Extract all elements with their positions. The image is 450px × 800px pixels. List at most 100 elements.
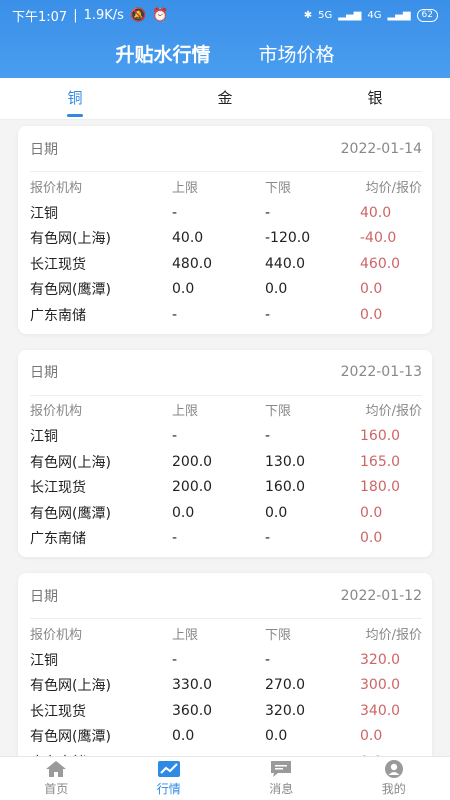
- lower-value: -: [265, 204, 271, 221]
- institution-name: 长江现货: [30, 480, 86, 497]
- quote-card: 日期 2022-01-13 报价机构 上限 下限 均价/报价 江铜 - - 160.0 有色网(上海…: [18, 349, 432, 557]
- lower-value: -: [265, 530, 271, 547]
- col-institution: 报价机构: [30, 627, 83, 643]
- table-header-row: 报价机构 上限 下限 均价/报价: [30, 172, 422, 200]
- message-icon: [269, 760, 293, 778]
- tabbar-market[interactable]: 行情: [113, 757, 226, 800]
- table-row: 有色网(鹰潭) 0.0 0.0 0.0: [30, 724, 422, 750]
- table-row: 有色网(上海) 330.0 270.0 300.0: [30, 673, 422, 699]
- tab-premium-discount[interactable]: 升贴水行情: [115, 40, 210, 67]
- bottom-tab-bar: 首页 行情 消息 我的: [0, 756, 450, 800]
- tab-gold[interactable]: 金: [150, 78, 300, 119]
- institution-name: 长江现货: [30, 703, 86, 720]
- network-5g: 5G: [318, 9, 333, 21]
- table-header-row: 报价机构 上限 下限 均价/报价: [30, 619, 422, 647]
- upper-value: 0.0: [172, 281, 195, 298]
- lower-value: 320.0: [265, 702, 306, 719]
- upper-value: -: [172, 530, 178, 547]
- table-row: 有色网(鹰潭) 0.0 0.0 0.0: [30, 277, 422, 303]
- table-row: 有色网(上海) 200.0 130.0 165.0: [30, 449, 422, 475]
- col-avg: 均价/报价: [365, 404, 422, 419]
- institution-name: 江铜: [30, 429, 58, 446]
- date-label: 日期: [30, 365, 58, 381]
- table-row: 有色网(上海) 40.0 -120.0 -40.0: [30, 226, 422, 252]
- upper-value: 360.0: [172, 702, 213, 719]
- lower-value: -120.0: [265, 230, 311, 247]
- tabbar-messages[interactable]: 消息: [225, 757, 338, 800]
- card-header: 日期 2022-01-12: [30, 573, 422, 619]
- card-date: 2022-01-12: [340, 587, 422, 604]
- quote-card: 日期 2022-01-14 报价机构 上限 下限 均价/报价 江铜 - -40.0 有色网(上海)…: [18, 126, 432, 334]
- avg-value: 0.0: [360, 530, 383, 547]
- institution-name: 有色网(上海): [30, 678, 111, 695]
- card-date: 2022-01-13: [340, 364, 422, 380]
- institution-name: 广东南储: [30, 531, 86, 548]
- tabbar-market-label: 行情: [156, 782, 181, 796]
- institution-name: 有色网(鹰潭): [30, 729, 111, 746]
- avg-value: 160.0: [360, 428, 401, 445]
- table-row: 广东南储 - - 0.0: [30, 526, 422, 552]
- lower-value: 440.0: [265, 255, 306, 272]
- status-time: 下午1:07: [12, 9, 68, 25]
- col-lower: 下限: [265, 404, 292, 419]
- avg-value: 0.0: [360, 728, 383, 745]
- lower-value: 0.0: [265, 728, 288, 745]
- mute-icon: 🔕: [129, 7, 147, 23]
- signal-icon-2: ▂▄▆: [387, 9, 411, 21]
- institution-name: 广东南储: [30, 307, 86, 324]
- avg-value: 0.0: [360, 504, 383, 521]
- date-label: 日期: [30, 141, 58, 158]
- avg-value: 0.0: [360, 281, 383, 298]
- upper-value: 200.0: [172, 453, 213, 470]
- institution-name: 长江现货: [30, 256, 86, 273]
- table-row: 江铜 - - 160.0: [30, 424, 422, 450]
- tab-market-price[interactable]: 市场价格: [259, 40, 335, 67]
- card-header: 日期 2022-01-13: [30, 350, 422, 396]
- header-tabs: 升贴水行情 市场价格: [0, 30, 450, 67]
- lower-value: -: [265, 651, 271, 668]
- tabbar-profile[interactable]: 我的: [338, 757, 450, 800]
- table-row: 长江现货 480.0 440.0 460.0: [30, 251, 422, 277]
- upper-value: -: [172, 306, 178, 323]
- institution-name: 有色网(鹰潭): [30, 282, 111, 299]
- chart-icon: [157, 760, 181, 778]
- col-upper: 上限: [172, 180, 199, 196]
- upper-value: -: [172, 204, 178, 221]
- table-row: 广东南储 - - 0.0: [30, 302, 422, 328]
- table-row: 长江现货 200.0 160.0 180.0: [30, 475, 422, 501]
- col-avg: 均价/报价: [365, 180, 422, 196]
- lower-value: 130.0: [265, 453, 306, 470]
- date-label: 日期: [30, 588, 58, 605]
- quote-list[interactable]: 日期 2022-01-14 报价机构 上限 下限 均价/报价 江铜 - -40.0 有色网(上海)…: [0, 120, 450, 756]
- upper-value: -: [172, 651, 178, 668]
- table-header-row: 报价机构 上限 下限 均价/报价: [30, 396, 422, 424]
- lower-value: 0.0: [265, 281, 288, 298]
- avg-value: 180.0: [360, 479, 401, 496]
- institution-name: 有色网(上海): [30, 231, 111, 248]
- institution-name: 江铜: [30, 205, 58, 222]
- col-avg: 均价/报价: [365, 627, 422, 643]
- table-row: 江铜 - - 40.0: [30, 200, 422, 226]
- upper-value: 0.0: [172, 504, 195, 521]
- tabbar-home-label: 首页: [44, 782, 69, 796]
- status-bar: 下午1:07 | 1.9K/s 🔕 ⏰ ✱ 5G ▂▄▆ 4G ▂▄▆ 62: [0, 0, 450, 30]
- col-lower: 下限: [265, 627, 292, 643]
- institution-name: 有色网(上海): [30, 454, 111, 471]
- tabbar-messages-label: 消息: [269, 782, 294, 796]
- card-header: 日期 2022-01-14: [30, 126, 422, 172]
- tab-silver[interactable]: 银: [300, 78, 450, 119]
- col-upper: 上限: [172, 404, 199, 419]
- lower-value: -: [265, 428, 271, 445]
- tab-copper[interactable]: 铜: [0, 78, 150, 119]
- tabbar-home[interactable]: 首页: [0, 757, 113, 800]
- avg-value: 320.0: [360, 651, 401, 668]
- lower-value: 270.0: [265, 677, 306, 694]
- metal-tabs: 铜 金 银: [0, 78, 450, 120]
- bluetooth-icon: ✱: [303, 9, 313, 21]
- tabbar-profile-label: 我的: [381, 782, 406, 796]
- avg-value: 0.0: [360, 306, 383, 323]
- upper-value: -: [172, 428, 178, 445]
- upper-value: 330.0: [172, 677, 213, 694]
- lower-value: 0.0: [265, 504, 288, 521]
- upper-value: 0.0: [172, 728, 195, 745]
